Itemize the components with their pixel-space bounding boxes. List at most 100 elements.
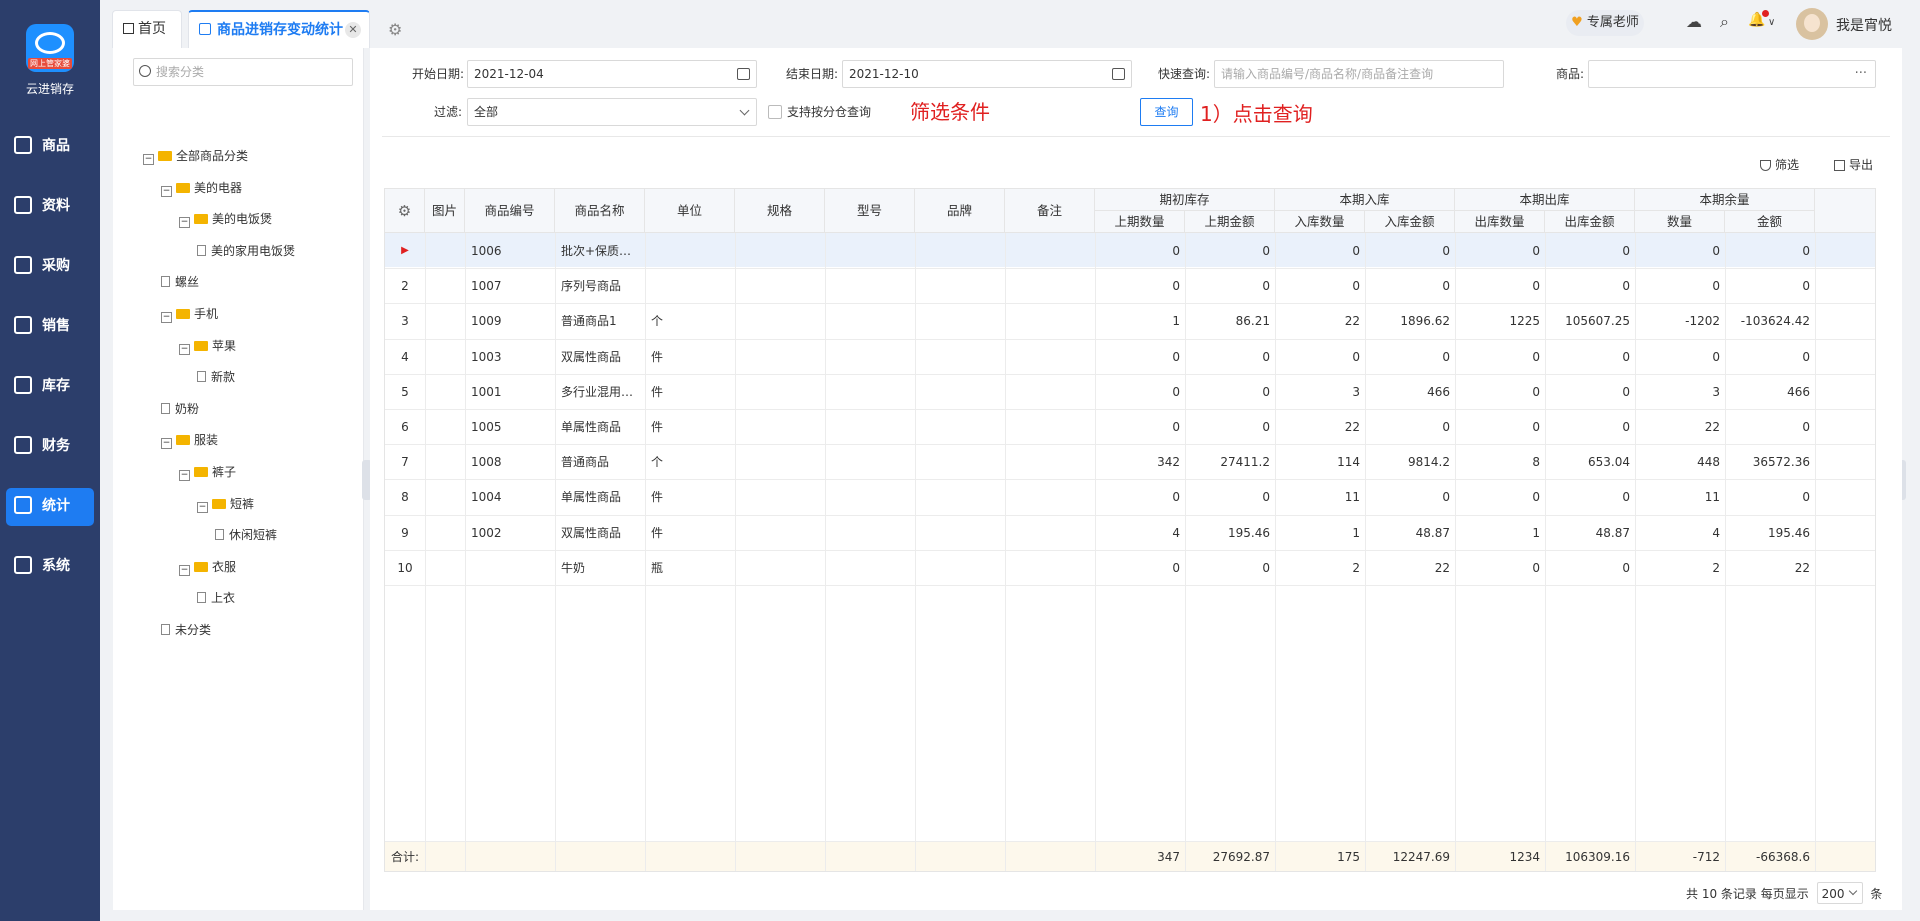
nav-item-6[interactable]: 统计: [0, 476, 100, 536]
filter-button[interactable]: 筛选: [1760, 156, 1799, 173]
settings-icon: [14, 556, 32, 574]
tree-node[interactable]: − 衣服: [179, 557, 236, 577]
collapse-toggle-icon[interactable]: −: [197, 501, 208, 513]
col-header-code[interactable]: 商品编号: [465, 189, 555, 233]
tree-node[interactable]: 美的家用电饭煲: [197, 241, 295, 261]
table-row[interactable]: 10 牛奶瓶 0 0 2 22 0 0 2 22: [385, 550, 1815, 585]
total-open_qty: 347: [1157, 851, 1180, 863]
nav-item-5[interactable]: 财务: [0, 416, 100, 476]
table-row[interactable]: 4 1003 双属性商品 件 0 0 0 0 0 0 0 0: [385, 339, 1815, 374]
tree-node[interactable]: − 手机: [161, 304, 218, 324]
col-header-brand[interactable]: 品牌: [915, 189, 1005, 233]
tab-settings-icon[interactable]: ⚙: [388, 20, 402, 39]
table-row[interactable]: 8 1004 单属性商品 件 0 0 11 0 0 0 11 0: [385, 479, 1815, 514]
filter-select[interactable]: 全部: [467, 98, 757, 126]
collapse-toggle-icon[interactable]: −: [161, 438, 172, 450]
grid-vline: [1365, 842, 1366, 871]
cell-in_qty: 2: [1352, 561, 1360, 574]
filter-divider: [382, 136, 1890, 137]
col-header-out_qty[interactable]: 出库数量: [1455, 211, 1545, 233]
tree-node[interactable]: 新款: [197, 367, 235, 387]
tree-node[interactable]: − 服装: [161, 430, 218, 450]
per-page-select[interactable]: 200: [1816, 882, 1863, 904]
user-name[interactable]: 我是宵悦: [1836, 15, 1892, 35]
collapse-toggle-icon[interactable]: −: [161, 185, 172, 197]
nav-item-2[interactable]: 采购: [0, 236, 100, 296]
tree-node[interactable]: 休闲短裤: [215, 525, 277, 545]
col-header-out_amt[interactable]: 出库金额: [1545, 211, 1635, 233]
teacher-button[interactable]: ♥ 专属老师: [1566, 10, 1644, 36]
tree-node[interactable]: 未分类: [161, 620, 211, 640]
table-row[interactable]: 2 1007 序列号商品 0 0 0 0 0 0 0 0: [385, 268, 1815, 303]
nav-item-4[interactable]: 库存: [0, 356, 100, 416]
col-header-in_qty[interactable]: 入库数量: [1275, 211, 1365, 233]
grid-vline: [1635, 842, 1636, 871]
cell-out_qty: 8: [1532, 456, 1540, 469]
collapse-toggle-icon[interactable]: −: [179, 343, 190, 355]
query-button[interactable]: 查询: [1140, 98, 1193, 126]
col-header-open_qty[interactable]: 上期数量: [1095, 211, 1185, 233]
collapse-toggle-icon[interactable]: −: [179, 217, 190, 229]
more-icon[interactable]: ···: [1855, 61, 1867, 87]
col-header-open_amt[interactable]: 上期金额: [1185, 211, 1275, 233]
col-header-spec[interactable]: 规格: [735, 189, 825, 233]
col-header-name[interactable]: 商品名称: [555, 189, 645, 233]
checkbox-icon[interactable]: [768, 105, 782, 119]
product-picker[interactable]: ···: [1588, 60, 1876, 88]
tab-stock-stats[interactable]: 商品进销存变动统计 ✕: [188, 10, 370, 48]
col-header-image[interactable]: 图片: [425, 189, 465, 233]
category-search-input[interactable]: 搜索分类: [133, 58, 353, 86]
table-row[interactable]: 3 1009 普通商品1 个 1 86.21 22 1896.62 1225 105607.25 -…: [385, 303, 1815, 338]
tree-node[interactable]: − 美的电器: [161, 178, 242, 198]
cell-name: 序列号商品: [561, 280, 622, 293]
app-logo[interactable]: 网上管家婆: [26, 24, 74, 72]
collapse-toggle-icon[interactable]: −: [143, 154, 154, 165]
nav-item-7[interactable]: 系统: [0, 536, 100, 596]
split-warehouse-checkbox[interactable]: 支持按分仓查询: [768, 104, 871, 120]
table-row[interactable]: 9 1002 双属性商品 件 4 195.46 1 48.87 1 48.87 4 195.46: [385, 515, 1815, 550]
table-row[interactable]: 5 1001 多行业混用… 件 0 0 3 466 0 0 3 466: [385, 374, 1815, 409]
col-group-header-g_bal: 本期余量: [1635, 189, 1815, 211]
grid-vline: [735, 842, 736, 871]
table-row[interactable]: ▶ 1006 批次+保质… 0 0 0 0 0 0 0 0: [385, 233, 1815, 268]
col-group-header-g_in: 本期入库: [1275, 189, 1455, 211]
tree-node-label: 服装: [194, 433, 219, 448]
col-header-bal_amt[interactable]: 金额: [1725, 211, 1815, 233]
export-button[interactable]: 导出: [1834, 156, 1873, 173]
col-header-bal_qty[interactable]: 数量: [1635, 211, 1725, 233]
start-date-input[interactable]: 2021-12-04: [467, 60, 757, 88]
avatar[interactable]: [1796, 8, 1828, 40]
col-header-settings[interactable]: ⚙: [385, 189, 425, 233]
bell-dropdown-icon[interactable]: ∨: [1768, 17, 1775, 28]
nav-item-1[interactable]: 资料: [0, 176, 100, 236]
tree-node[interactable]: − 裤子: [179, 462, 236, 482]
table-row[interactable]: 6 1005 单属性商品 件 0 0 22 0 0 0 22 0: [385, 409, 1815, 444]
end-date-input[interactable]: 2021-12-10: [842, 60, 1132, 88]
tree-node[interactable]: 上衣: [197, 588, 235, 608]
cloud-download-icon[interactable]: ☁: [1686, 12, 1702, 31]
tree-node[interactable]: 螺丝: [161, 272, 199, 292]
close-tab-icon[interactable]: ✕: [345, 22, 361, 38]
tree-node[interactable]: − 全部商品分类: [143, 146, 248, 166]
calendar-icon[interactable]: [737, 68, 750, 80]
tree-node[interactable]: 奶粉: [161, 399, 199, 419]
tree-node[interactable]: − 短裤: [197, 494, 254, 514]
search-icon[interactable]: ⌕: [1720, 12, 1729, 32]
file-icon: [161, 402, 170, 414]
col-header-unit[interactable]: 单位: [645, 189, 735, 233]
col-header-note[interactable]: 备注: [1005, 189, 1095, 233]
tree-node[interactable]: − 美的电饭煲: [179, 209, 272, 229]
tree-node[interactable]: − 苹果: [179, 336, 236, 356]
calendar-icon[interactable]: [1112, 68, 1125, 80]
col-header-in_amt[interactable]: 入库金额: [1365, 211, 1455, 233]
col-header-model[interactable]: 型号: [825, 189, 915, 233]
table-row[interactable]: 7 1008 普通商品 个 342 27411.2 114 9814.2 8 653.04 448 3…: [385, 444, 1815, 479]
nav-item-0[interactable]: 商品: [0, 116, 100, 176]
tab-home[interactable]: 首页: [112, 10, 182, 48]
collapse-toggle-icon[interactable]: −: [161, 312, 172, 323]
collapse-toggle-icon[interactable]: −: [179, 564, 190, 576]
cell-out_amt: 0: [1622, 245, 1630, 257]
nav-item-3[interactable]: 销售: [0, 296, 100, 356]
collapse-toggle-icon[interactable]: −: [179, 470, 190, 481]
quick-search-input[interactable]: 请输入商品编号/商品名称/商品备注查询: [1214, 60, 1504, 88]
